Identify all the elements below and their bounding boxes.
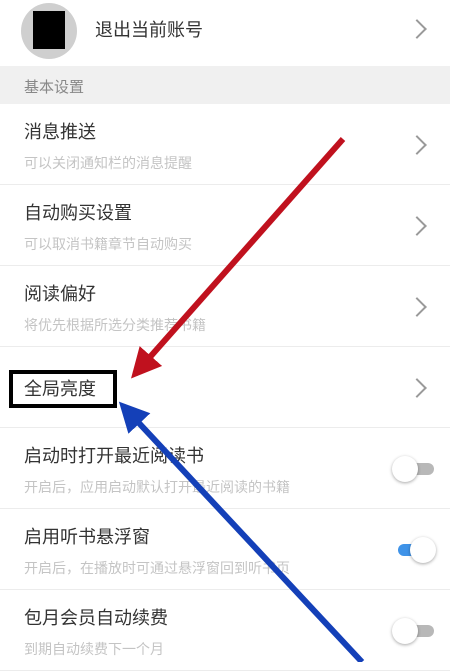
settings-item-push-notifications[interactable]: 消息推送 可以关闭通知栏的消息提醒: [0, 104, 450, 185]
logout-label: 退出当前账号: [95, 20, 203, 41]
item-subtitle: 开启后，应用启动默认打开最近阅读的书籍: [24, 480, 290, 496]
chevron-right-icon: [407, 19, 427, 39]
item-subtitle: 可以取消书籍章节自动购买: [24, 237, 192, 253]
item-subtitle: 到期自动续费下一个月: [24, 642, 164, 658]
chevron-right-icon: [407, 216, 427, 236]
item-title: 包月会员自动续费: [24, 608, 168, 629]
item-subtitle: 可以关闭通知栏的消息提醒: [24, 156, 192, 172]
settings-item-auto-purchase[interactable]: 自动购买设置 可以取消书籍章节自动购买: [0, 185, 450, 266]
logout-account-row[interactable]: 退出当前账号: [0, 0, 450, 66]
item-subtitle: 开启后，在播放时可通过悬浮窗回到听书页: [24, 561, 290, 577]
chevron-right-icon: [407, 378, 427, 398]
settings-item-auto-renew[interactable]: 包月会员自动续费 到期自动续费下一个月: [0, 590, 450, 671]
item-title: 消息推送: [24, 122, 96, 143]
item-title: 启用听书悬浮窗: [24, 527, 150, 548]
section-title: 基本设置: [24, 78, 85, 96]
toggle-switch[interactable]: [392, 537, 436, 563]
settings-item-floating-window[interactable]: 启用听书悬浮窗 开启后，在播放时可通过悬浮窗回到听书页: [0, 509, 450, 590]
settings-item-open-recent-book[interactable]: 启动时打开最近阅读书 开启后，应用启动默认打开最近阅读的书籍: [0, 428, 450, 509]
chevron-right-icon: [407, 297, 427, 317]
chevron-right-icon: [407, 135, 427, 155]
item-title: 阅读偏好: [24, 284, 96, 305]
highlight-box: [9, 370, 117, 408]
settings-item-reading-preference[interactable]: 阅读偏好 将优先根据所选分类推荐书籍: [0, 266, 450, 347]
item-title: 自动购买设置: [24, 203, 132, 224]
item-subtitle: 将优先根据所选分类推荐书籍: [24, 318, 206, 334]
toggle-switch[interactable]: [392, 456, 436, 482]
section-header: 基本设置: [0, 66, 450, 104]
toggle-switch[interactable]: [392, 618, 436, 644]
avatar: [21, 3, 77, 59]
item-title: 启动时打开最近阅读书: [24, 446, 204, 467]
